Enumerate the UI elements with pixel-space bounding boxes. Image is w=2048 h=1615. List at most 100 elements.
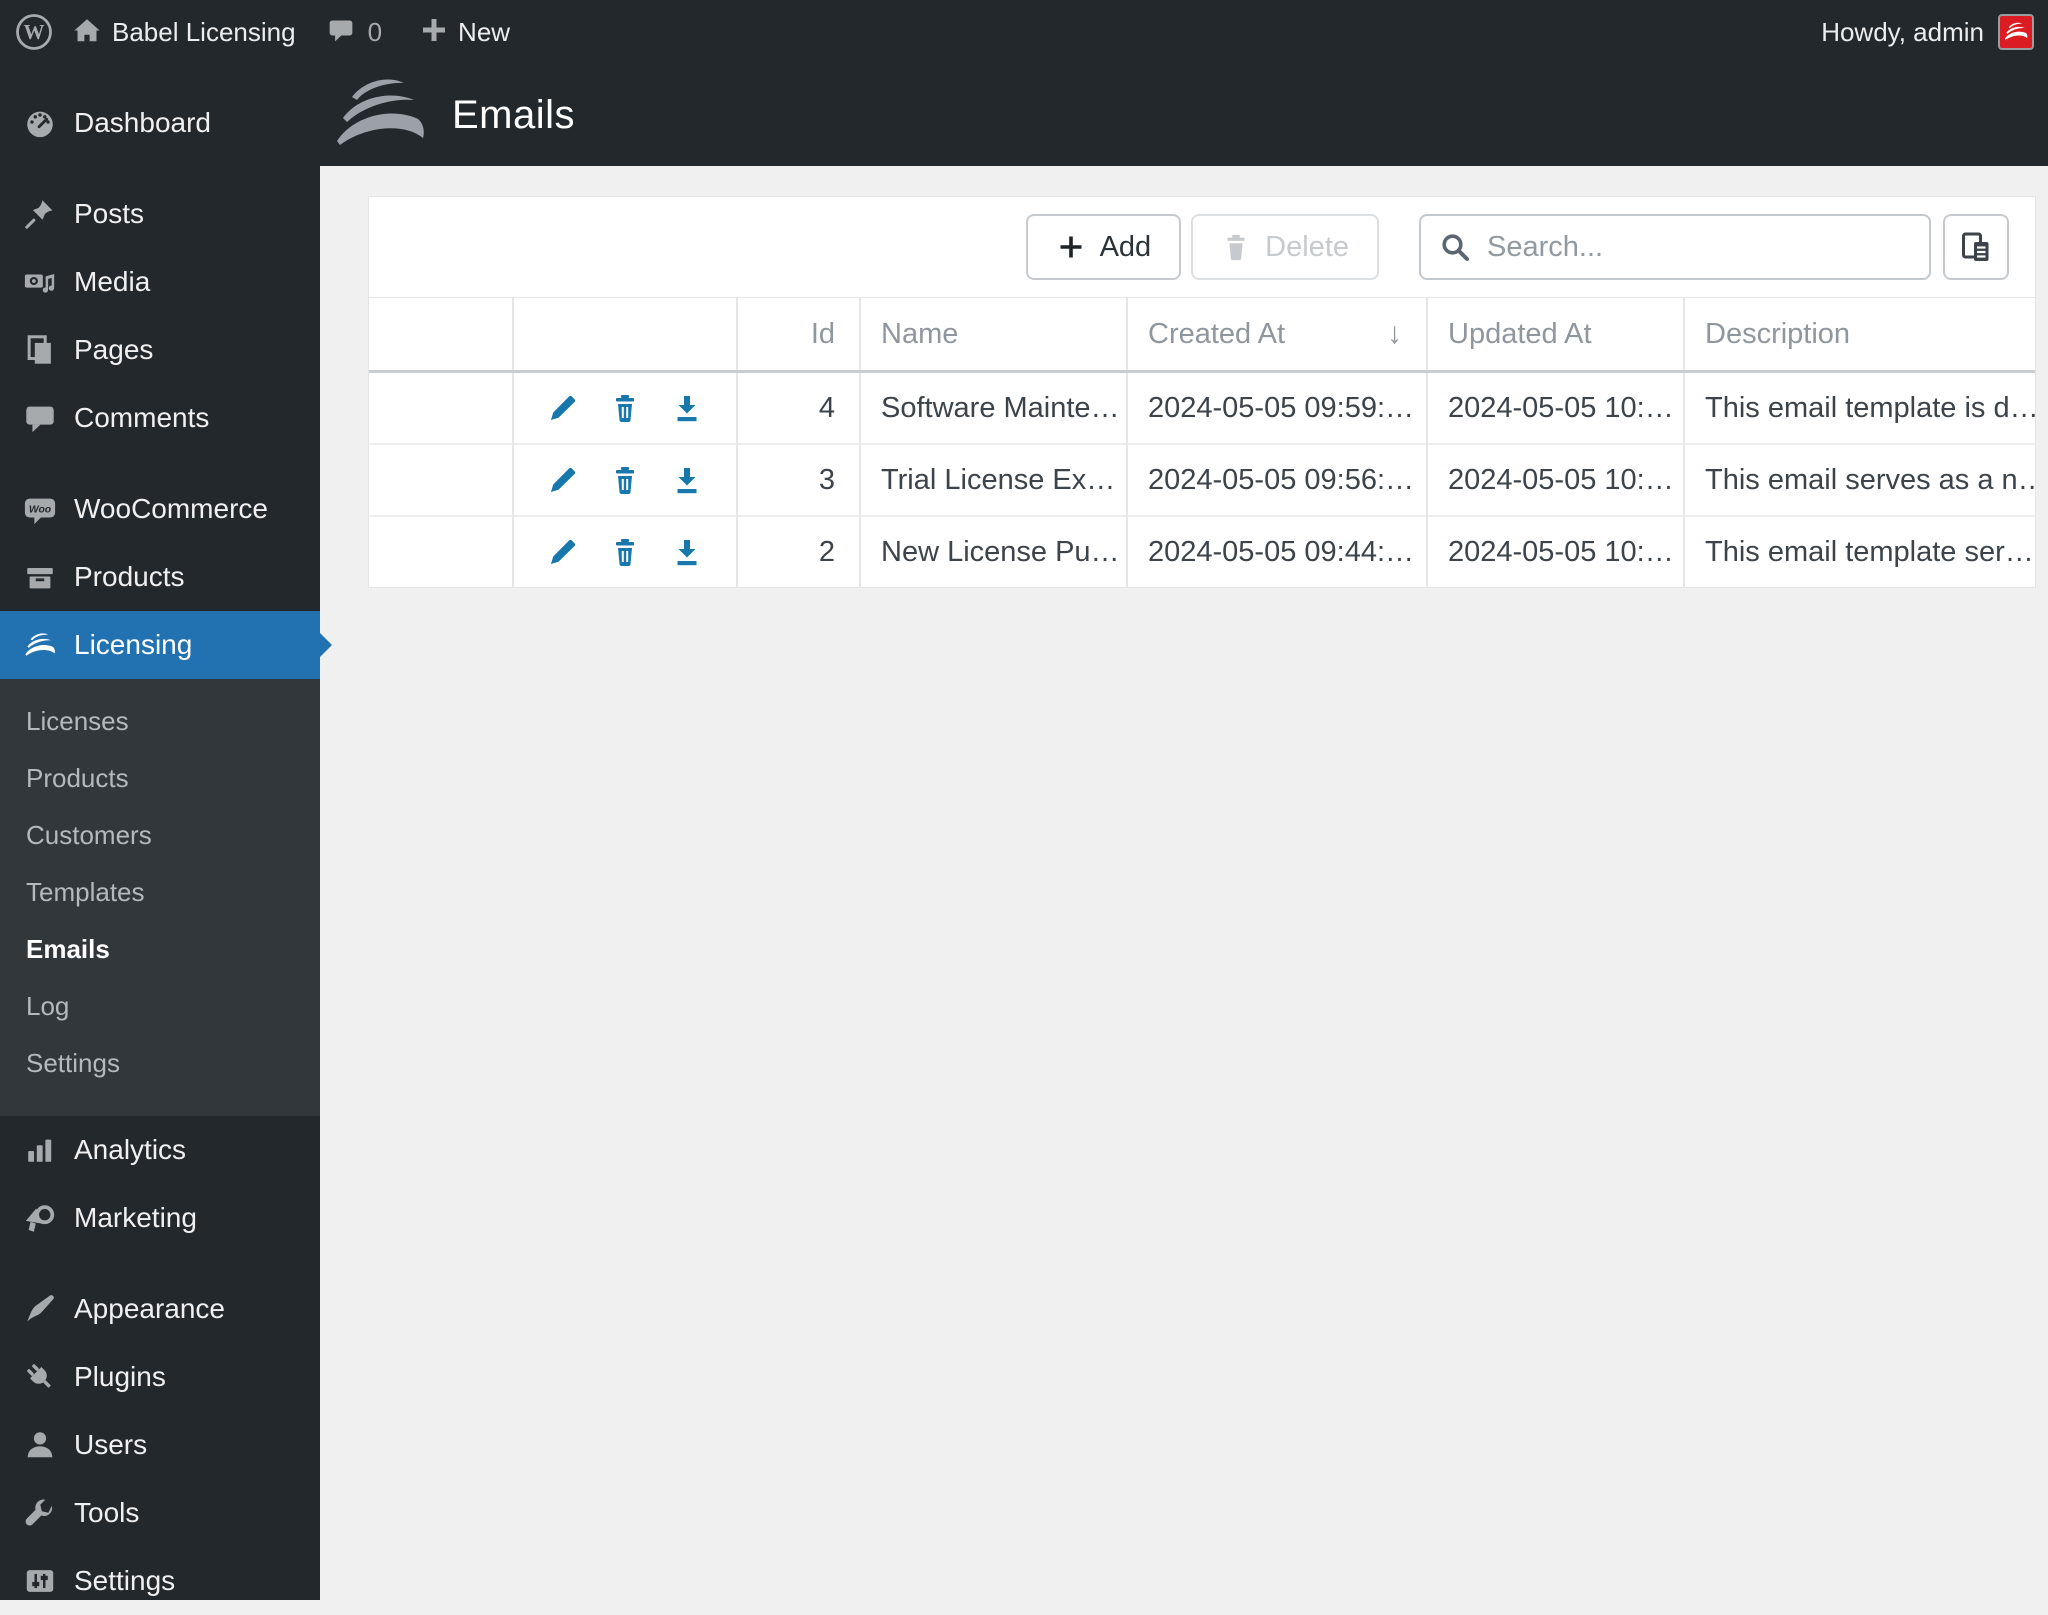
sidebar-item-tools[interactable]: Tools — [0, 1479, 320, 1547]
updated-at-cell: 2024-05-05 10:… — [1427, 516, 1684, 587]
search-icon — [1439, 231, 1471, 263]
submenu-item-emails[interactable]: Emails — [0, 921, 320, 978]
table-row: 2 New License Pu… 2024-05-05 09:44:… 202… — [369, 516, 2035, 587]
sidebar-item-label: Plugins — [74, 1361, 166, 1393]
plus-icon — [420, 16, 448, 49]
name-cell: Trial License Ex… — [860, 444, 1127, 516]
sidebar-item-label: Tools — [74, 1497, 139, 1529]
user-icon — [20, 1428, 60, 1462]
comment-icon — [20, 401, 60, 435]
dashboard-icon — [20, 106, 60, 140]
submenu-item-products[interactable]: Products — [0, 750, 320, 807]
search-input[interactable] — [1485, 230, 1911, 265]
sidebar-item-pages[interactable]: Pages — [0, 316, 320, 384]
trash-icon — [1221, 232, 1251, 262]
content-area: Add Delete — [320, 166, 2048, 1600]
avatar[interactable] — [1998, 14, 2034, 50]
delete-button[interactable]: Delete — [1191, 214, 1379, 280]
select-cell[interactable] — [369, 516, 513, 587]
column-header-created-at[interactable]: Created At ↓ — [1127, 298, 1427, 372]
select-cell[interactable] — [369, 444, 513, 516]
sidebar-item-marketing[interactable]: Marketing — [0, 1184, 320, 1252]
sidebar-item-woocommerce[interactable]: Woo WooCommerce — [0, 475, 320, 543]
megaphone-icon — [20, 1201, 60, 1235]
sidebar-item-label: Comments — [74, 402, 209, 434]
sidebar-item-appearance[interactable]: Appearance — [0, 1275, 320, 1343]
submenu-item-licenses[interactable]: Licenses — [0, 693, 320, 750]
column-header-description[interactable]: Description — [1684, 298, 2035, 372]
comments-bubble-icon — [326, 15, 356, 50]
add-button[interactable]: Add — [1026, 214, 1182, 280]
sidebar-item-label: Analytics — [74, 1134, 186, 1166]
created-at-cell: 2024-05-05 09:44:… — [1127, 516, 1427, 587]
column-header-updated-at[interactable]: Updated At — [1427, 298, 1684, 372]
delete-icon[interactable] — [609, 536, 641, 568]
sidebar-item-settings[interactable]: Settings — [0, 1547, 320, 1615]
sidebar-item-media[interactable]: Media — [0, 248, 320, 316]
sidebar-item-label: WooCommerce — [74, 493, 268, 525]
download-icon[interactable] — [671, 536, 703, 568]
sidebar-item-label: Marketing — [74, 1202, 197, 1234]
delete-icon[interactable] — [609, 392, 641, 424]
sidebar-item-analytics[interactable]: Analytics — [0, 1116, 320, 1184]
download-icon[interactable] — [671, 464, 703, 496]
emails-panel: Add Delete — [368, 196, 2036, 588]
submenu-label: Products — [26, 763, 129, 794]
sidebar-item-comments[interactable]: Comments — [0, 384, 320, 452]
submenu-item-templates[interactable]: Templates — [0, 864, 320, 921]
select-cell[interactable] — [369, 372, 513, 445]
sidebar-item-dashboard[interactable]: Dashboard — [0, 89, 320, 157]
edit-icon[interactable] — [547, 392, 579, 424]
search-box — [1419, 214, 1931, 280]
submenu-item-log[interactable]: Log — [0, 978, 320, 1035]
howdy-text[interactable]: Howdy, admin — [1821, 17, 1984, 48]
sidebar-item-plugins[interactable]: Plugins — [0, 1343, 320, 1411]
pages-icon — [20, 333, 60, 367]
svg-text:W: W — [24, 20, 45, 44]
add-button-label: Add — [1100, 231, 1152, 264]
table-row: 3 Trial License Ex… 2024-05-05 09:56:… 2… — [369, 444, 2035, 516]
delete-icon[interactable] — [609, 464, 641, 496]
site-name: Babel Licensing — [112, 17, 296, 48]
sidebar-item-label: Products — [74, 561, 185, 593]
emails-table: Id Name Created At ↓ Updated At Descript… — [369, 297, 2035, 587]
column-header-select — [369, 298, 513, 372]
brush-icon — [20, 1292, 60, 1326]
download-icon[interactable] — [671, 392, 703, 424]
submenu-label: Customers — [26, 820, 152, 851]
wordpress-logo-icon[interactable]: W — [14, 12, 54, 52]
edit-icon[interactable] — [547, 464, 579, 496]
description-cell: This email template is d… — [1684, 372, 2035, 445]
delete-button-label: Delete — [1265, 231, 1349, 264]
plug-icon — [20, 1360, 60, 1394]
submenu-item-customers[interactable]: Customers — [0, 807, 320, 864]
sidebar-item-label: Appearance — [74, 1293, 225, 1325]
column-header-id[interactable]: Id — [737, 298, 860, 372]
avatar-babel-icon — [2003, 21, 2029, 43]
actions-cell — [513, 372, 737, 445]
new-shortcut[interactable]: New — [420, 16, 510, 49]
svg-text:Woo: Woo — [29, 504, 51, 515]
column-header-name[interactable]: Name — [860, 298, 1127, 372]
table-row: 4 Software Mainte… 2024-05-05 09:59:… 20… — [369, 372, 2035, 445]
sidebar-item-posts[interactable]: Posts — [0, 180, 320, 248]
columns-icon — [1959, 230, 1993, 264]
table-toolbar: Add Delete — [369, 197, 2035, 297]
sidebar-item-users[interactable]: Users — [0, 1411, 320, 1479]
site-menu[interactable]: Babel Licensing — [72, 15, 296, 50]
licensing-submenu: Licenses Products Customers Templates Em… — [0, 679, 320, 1116]
sidebar-item-label: Pages — [74, 334, 153, 366]
columns-toggle-button[interactable] — [1943, 214, 2009, 280]
new-label: New — [458, 17, 510, 48]
submenu-item-settings[interactable]: Settings — [0, 1035, 320, 1092]
sort-desc-icon: ↓ — [1387, 317, 1402, 351]
table-header-row: Id Name Created At ↓ Updated At Descript… — [369, 298, 2035, 372]
edit-icon[interactable] — [547, 536, 579, 568]
sidebar-item-products[interactable]: Products — [0, 543, 320, 611]
babel-waves-icon — [20, 631, 60, 660]
description-cell: This email serves as a n… — [1684, 444, 2035, 516]
submenu-label: Emails — [26, 934, 110, 965]
comments-shortcut[interactable]: 0 — [326, 15, 382, 50]
box-icon — [20, 560, 60, 594]
sidebar-item-licensing[interactable]: Licensing — [0, 611, 320, 679]
